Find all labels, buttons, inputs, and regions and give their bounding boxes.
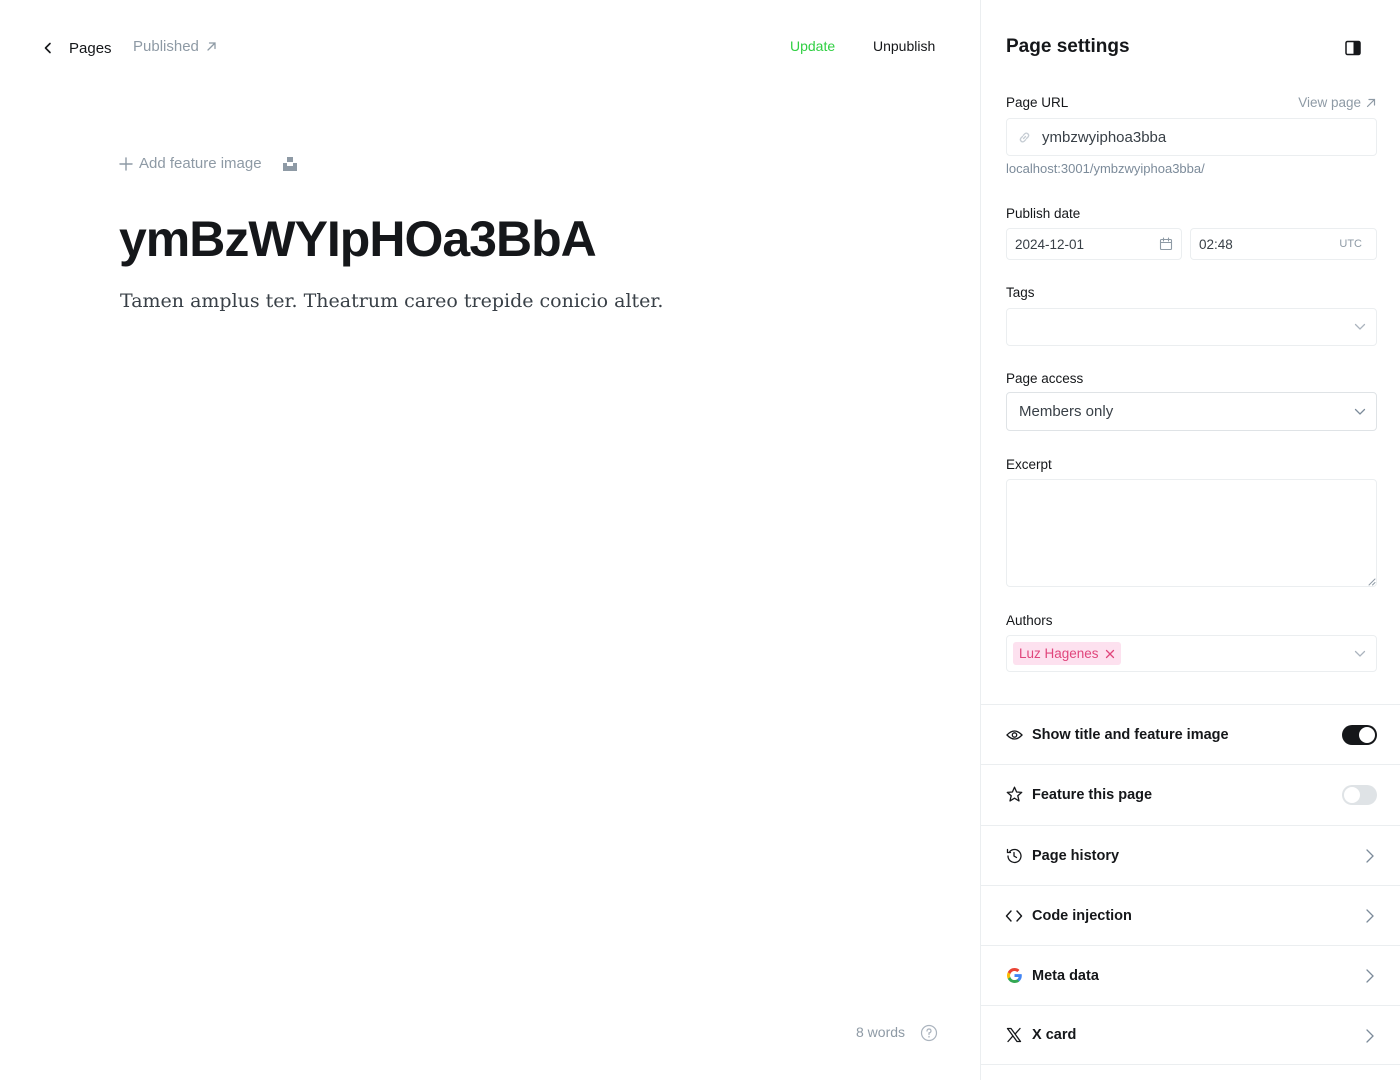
author-name: Luz Hagenes xyxy=(1019,646,1099,661)
page-access-value: Members only xyxy=(1019,403,1114,420)
page-settings-panel: Page settings Page URL View page ymbzwyi… xyxy=(980,0,1400,1080)
page-url-value: ymbzwyiphoa3bba xyxy=(1042,128,1167,146)
page-history-label: Page history xyxy=(1032,847,1120,864)
publish-time-value: 02:48 xyxy=(1199,236,1233,252)
close-icon[interactable] xyxy=(1105,649,1115,659)
chevron-right-icon xyxy=(1366,969,1374,983)
authors-label: Authors xyxy=(1006,613,1053,628)
code-injection-label: Code injection xyxy=(1032,907,1132,924)
timezone-label: UTC xyxy=(1339,238,1362,250)
view-page-link[interactable]: View page xyxy=(1298,95,1376,110)
publish-date-value: 2024-12-01 xyxy=(1015,236,1085,252)
link-icon xyxy=(1019,132,1030,142)
view-page-label: View page xyxy=(1298,95,1361,110)
page-access-label: Page access xyxy=(1006,371,1084,386)
unsplash-icon[interactable] xyxy=(282,156,298,172)
update-button[interactable]: Update xyxy=(790,38,835,54)
editor-header: Pages Published Update Unpublish xyxy=(0,0,980,94)
sidebar-toggle-icon[interactable] xyxy=(1345,40,1361,56)
chevron-left-icon xyxy=(36,36,60,60)
authors-input[interactable]: Luz Hagenes xyxy=(1006,635,1377,672)
meta-data-label: Meta data xyxy=(1032,967,1099,984)
chevron-down-icon xyxy=(1354,323,1366,330)
plus-icon xyxy=(119,156,133,171)
code-injection-row[interactable]: Code injection xyxy=(981,885,1400,945)
chevron-down-icon xyxy=(1354,408,1366,415)
chevron-right-icon xyxy=(1366,909,1374,923)
page-url-input[interactable]: ymbzwyiphoa3bba xyxy=(1006,118,1377,156)
google-icon xyxy=(1005,967,1023,985)
feature-page-label: Feature this page xyxy=(1032,786,1153,803)
publish-date-input[interactable]: 2024-12-01 xyxy=(1006,228,1182,260)
chevron-right-icon xyxy=(1366,849,1374,863)
code-icon xyxy=(1005,907,1023,925)
word-count: 8 words xyxy=(856,1024,906,1040)
publish-time-input[interactable]: 02:48 UTC xyxy=(1190,228,1377,260)
post-title[interactable]: ymBzWYIpHOa3BbA xyxy=(119,210,597,268)
excerpt-label: Excerpt xyxy=(1006,457,1052,472)
back-to-pages-link[interactable]: Pages xyxy=(36,36,112,60)
add-feature-image-label: Add feature image xyxy=(139,155,262,172)
meta-data-row[interactable]: Meta data xyxy=(981,945,1400,1005)
tags-label: Tags xyxy=(1006,285,1035,300)
arrow-up-right-icon xyxy=(207,42,216,51)
chevron-down-icon xyxy=(1354,650,1366,657)
show-title-row[interactable]: Show title and feature image xyxy=(981,704,1400,764)
post-body[interactable]: Tamen amplus ter. Theatrum careo trepide… xyxy=(120,290,663,312)
published-status-link[interactable]: Published xyxy=(133,38,217,55)
page-url-hint: localhost:3001/ymbzwyiphoa3bba/ xyxy=(1006,161,1205,176)
star-icon xyxy=(1005,786,1023,804)
back-label: Pages xyxy=(69,39,112,57)
add-feature-image-button[interactable]: Add feature image xyxy=(119,155,262,172)
panel-title: Page settings xyxy=(1006,36,1130,57)
author-chip[interactable]: Luz Hagenes xyxy=(1013,642,1121,665)
show-title-toggle[interactable] xyxy=(1342,725,1377,745)
x-card-row[interactable]: X card xyxy=(981,1005,1400,1065)
eye-icon xyxy=(1005,726,1023,744)
toggle-knob xyxy=(1344,787,1360,803)
chevron-right-icon xyxy=(1366,1029,1374,1043)
help-icon[interactable] xyxy=(920,1024,938,1042)
page-access-select[interactable]: Members only xyxy=(1006,392,1377,431)
toggle-knob xyxy=(1359,727,1375,743)
publish-date-label: Publish date xyxy=(1006,206,1081,221)
history-icon xyxy=(1005,847,1023,865)
arrow-up-right-icon xyxy=(1366,98,1376,107)
tags-input[interactable] xyxy=(1006,308,1377,346)
calendar-icon xyxy=(1159,237,1173,251)
x-card-label: X card xyxy=(1032,1027,1077,1043)
show-title-label: Show title and feature image xyxy=(1032,726,1229,743)
editor-area: Pages Published Update Unpublish Add fea… xyxy=(0,0,980,1080)
feature-page-toggle[interactable] xyxy=(1342,785,1377,805)
page-history-row[interactable]: Page history xyxy=(981,825,1400,885)
resize-handle-icon[interactable] xyxy=(1367,577,1376,586)
page-url-label: Page URL xyxy=(1006,95,1069,110)
unpublish-button[interactable]: Unpublish xyxy=(873,38,935,54)
excerpt-textarea[interactable] xyxy=(1006,479,1377,587)
status-label: Published xyxy=(133,38,199,55)
feature-page-row[interactable]: Feature this page xyxy=(981,764,1400,824)
x-logo-icon xyxy=(1005,1026,1023,1044)
